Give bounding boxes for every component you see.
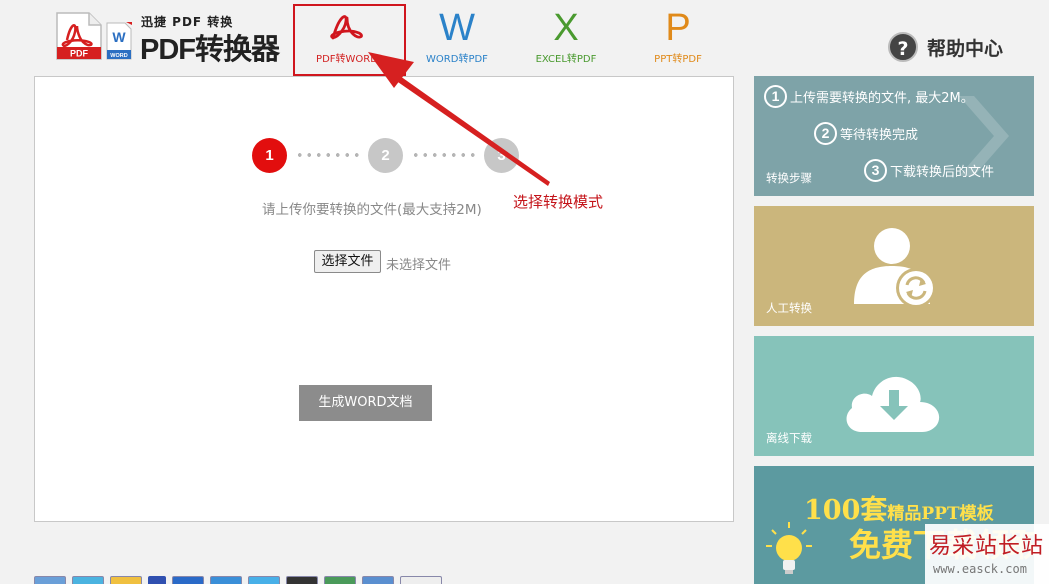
word-document-icon: W WORD: [106, 22, 132, 60]
taskbar-item[interactable]: [286, 576, 318, 584]
taskbar-item[interactable]: [324, 576, 356, 584]
tab-excel-to-pdf[interactable]: X EXCEL转PDF: [516, 8, 616, 66]
cloud-download-icon: [846, 376, 940, 432]
word-badge: WORD: [110, 53, 127, 59]
tab-label: EXCEL转PDF: [535, 54, 597, 65]
app-logo: PDF W WORD 迅捷 PDF 转换 PDF转换器: [55, 12, 280, 66]
taskbar-item[interactable]: [34, 576, 66, 584]
step-number: 3: [864, 159, 887, 182]
step-number: 1: [764, 85, 787, 108]
step-text: 下载转换后的文件: [890, 165, 995, 180]
offline-download-card[interactable]: 离线下载: [754, 336, 1034, 456]
taskbar-item[interactable]: [172, 576, 204, 584]
watermark-name: 易采站长站: [929, 534, 1045, 559]
watermark-url: www.easck.com: [933, 562, 1027, 576]
annotation-label: 选择转换模式: [513, 193, 604, 211]
choose-file-button[interactable]: 选择文件: [314, 250, 381, 273]
help-center-label: 帮助中心: [927, 37, 1004, 60]
tab-label: PPT转PDF: [654, 54, 702, 65]
step-connector: [295, 153, 361, 157]
taskbar-item[interactable]: [148, 576, 166, 584]
step-indicator-1: 1: [252, 138, 287, 173]
step-text: 等待转换完成: [840, 128, 919, 143]
tab-label: WORD转PDF: [426, 54, 488, 65]
excel-icon: X: [553, 7, 579, 49]
question-mark-icon: ?: [888, 32, 918, 62]
step-number: 2: [814, 122, 837, 145]
generate-word-button[interactable]: 生成WORD文档: [299, 385, 432, 421]
svg-text:W: W: [112, 29, 126, 45]
lightbulb-icon: [766, 522, 812, 574]
ppt-icon: P: [665, 7, 691, 49]
taskbar-item[interactable]: [400, 576, 442, 584]
steps-card-label: 转换步骤: [766, 171, 812, 185]
conversion-steps-card: 1 上传需要转换的文件, 最大2M。 2 等待转换完成 3 下载转换后的文件 转换步骤: [754, 76, 1034, 196]
step-connector: [411, 153, 477, 157]
tab-ppt-to-pdf[interactable]: P PPT转PDF: [628, 8, 728, 66]
site-watermark: 易采站长站 www.easck.com: [925, 524, 1049, 584]
step-line: 1 上传需要转换的文件, 最大2M。: [764, 85, 974, 108]
offline-download-label: 离线下载: [766, 431, 812, 445]
selected-tab-highlight: [293, 4, 406, 76]
pdf-badge: PDF: [70, 49, 89, 59]
manual-conversion-card[interactable]: 人工转换: [754, 206, 1034, 326]
manual-conversion-label: 人工转换: [766, 301, 812, 315]
upload-hint: 请上传你要转换的文件(最大支持2M): [262, 202, 482, 218]
step-line: 3 下载转换后的文件: [864, 159, 994, 182]
taskbar-item[interactable]: [362, 576, 394, 584]
step-indicator-2: 2: [368, 138, 403, 173]
pdf-document-icon: PDF: [56, 12, 102, 60]
help-center-link[interactable]: ? 帮助中心: [888, 32, 1003, 62]
word-icon: W: [439, 7, 475, 49]
file-status: 未选择文件: [386, 258, 452, 273]
taskbar: [34, 576, 442, 584]
tab-word-to-pdf[interactable]: W WORD转PDF: [407, 8, 507, 66]
taskbar-item[interactable]: [248, 576, 280, 584]
taskbar-item[interactable]: [110, 576, 142, 584]
step-text: 上传需要转换的文件, 最大2M。: [790, 91, 974, 106]
step-indicator-3: 3: [484, 138, 519, 173]
taskbar-item[interactable]: [72, 576, 104, 584]
user-refresh-icon: [854, 228, 936, 308]
taskbar-item[interactable]: [210, 576, 242, 584]
step-line: 2 等待转换完成: [814, 122, 918, 145]
brand-title: PDF转换器: [140, 34, 280, 66]
